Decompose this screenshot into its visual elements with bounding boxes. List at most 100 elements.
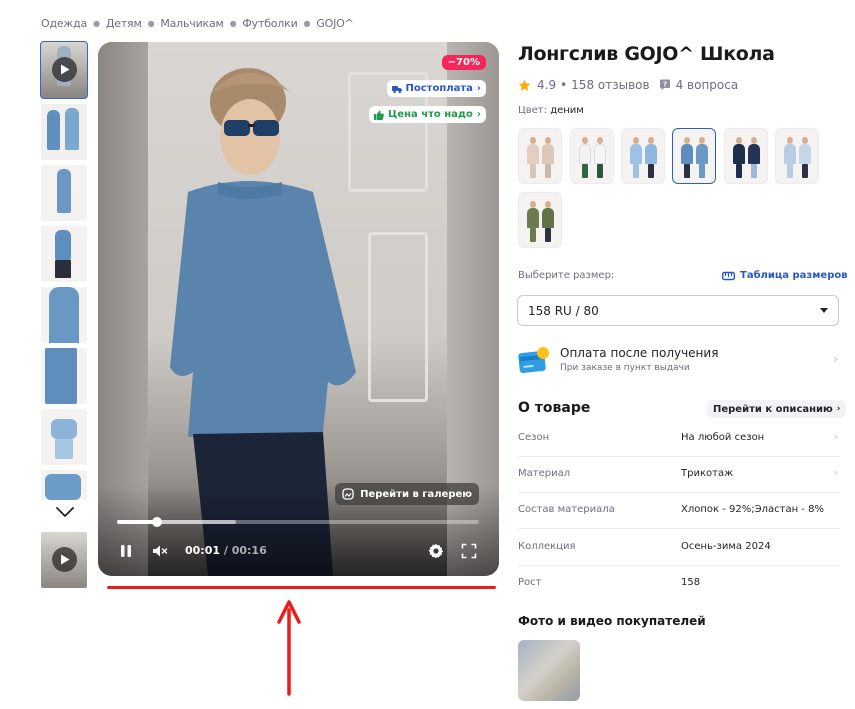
spec-value: 158 [681,577,701,588]
breadcrumb-item-boys[interactable]: Мальчикам [160,17,223,30]
spec-key: Рост [518,577,542,588]
thumbnail-photo[interactable] [41,409,87,465]
reviews-count[interactable]: 158 отзывов [571,78,649,92]
payment-subtitle: При заказе в пункт выдачи [560,363,690,373]
breadcrumb-separator: ● [303,19,311,28]
breadcrumb-item-children[interactable]: Детям [106,17,142,30]
chevron-right-icon: › [476,109,481,120]
product-title: Лонгслив GOJO^ Школа [518,43,775,65]
size-select[interactable]: 158 RU / 80 [517,295,839,326]
spec-key: Материал [518,468,571,479]
fullscreen-button[interactable] [460,542,478,560]
thumbnail-photo[interactable] [41,226,87,282]
thumbnail-photo[interactable] [41,287,87,343]
spec-row-collection: Коллекция Осень-зима 2024 [518,530,840,566]
size-label: Выберите размер: [518,270,615,281]
payment-after-receipt[interactable]: Оплата после получения При заказе в пунк… [518,344,840,380]
spec-value: Осень-зима 2024 [681,541,771,552]
chevron-down-icon[interactable] [54,505,76,519]
color-swatch[interactable] [570,128,614,184]
gallery-icon [342,488,354,500]
breadcrumb-separator: ● [147,19,155,28]
postpay-label: Постоплата [405,83,473,94]
spec-key: Сезон [518,432,550,443]
chevron-right-icon: › [833,352,838,366]
spec-row-material[interactable]: Материал Трикотаж › [518,457,840,493]
postpay-pill[interactable]: Постоплата › [386,80,486,97]
spec-key: Состав материала [518,504,615,515]
size-table-link[interactable]: Таблица размеров [722,270,848,281]
spec-row-composition: Состав материала Хлопок - 92%;Эластан - … [518,493,840,529]
about-title: О товаре [518,400,591,416]
go-to-description-button[interactable]: Перейти к описанию › [707,400,847,418]
fullscreen-icon [461,543,477,559]
video-time-total: 00:16 [231,544,267,557]
chevron-right-icon: › [476,83,481,94]
svg-text:?: ? [663,81,667,89]
payment-title: Оплата после получения [560,346,719,360]
spec-value: На любой сезон [681,432,765,443]
truck-icon [391,85,402,93]
video-time: 00:01 / 00:16 [185,544,267,557]
play-icon [52,547,77,572]
thumbnail-video[interactable] [41,532,87,588]
star-icon [518,79,531,91]
spec-row-height: Рост 158 [518,566,840,602]
breadcrumb: Одежда ● Детям ● Мальчикам ● Футболки ● … [41,17,354,30]
buyer-photo[interactable] [518,640,580,701]
chevron-right-icon: › [833,466,838,479]
color-swatch-selected[interactable] [672,128,716,184]
spec-value: Трикотаж [681,468,734,479]
video-progress-fill [117,520,157,524]
ruler-icon [722,271,735,280]
breadcrumb-separator: ● [93,19,100,28]
buyers-photos-title: Фото и видео покупателей [518,614,706,628]
thumbnail-photo[interactable] [41,470,87,500]
chevron-right-icon: › [833,430,838,443]
video-progress-handle[interactable] [151,517,162,527]
mute-button[interactable] [151,542,169,560]
thumb-up-icon [374,110,384,120]
arrow-up-icon [277,600,301,696]
size-select-value: 158 RU / 80 [528,303,599,318]
price-pill[interactable]: Цена что надо › [369,106,486,123]
color-swatch[interactable] [724,128,768,184]
chevron-right-icon: › [836,404,841,414]
annotation-underline [107,586,496,589]
questions-count[interactable]: 4 вопроса [676,78,739,92]
gallery-label: Перейти в галерею [360,488,472,500]
color-value: деним [550,105,584,116]
color-swatch[interactable] [518,128,562,184]
gallery-button[interactable]: Перейти в галерею [335,483,479,505]
spec-row-season[interactable]: Сезон На любой сезон › [518,421,840,457]
gear-icon [428,543,444,559]
color-swatch[interactable] [775,128,819,184]
breadcrumb-item-tshirts[interactable]: Футболки [242,17,297,30]
spec-key: Коллекция [518,541,576,552]
price-label: Цена что надо [388,109,473,120]
play-icon [52,57,77,82]
thumbnail-photo[interactable] [41,348,87,404]
color-swatch[interactable] [518,192,562,248]
size-table-label: Таблица размеров [740,270,848,281]
video-time-current: 00:01 [185,544,221,557]
color-swatch[interactable] [621,128,665,184]
thumbnail-video[interactable] [40,41,88,99]
rating-row[interactable]: 4.9 • 158 отзывов ? 4 вопроса [518,78,738,92]
mute-icon [153,545,168,557]
discount-badge: −70% [441,55,486,70]
rating-value: 4.9 [537,78,557,92]
video-progress-bar[interactable] [117,517,479,527]
breadcrumb-item-clothes[interactable]: Одежда [41,17,87,30]
breadcrumb-separator: ● [229,19,237,28]
breadcrumb-item-brand[interactable]: GOJO^ [316,17,354,30]
pause-button[interactable] [117,542,135,560]
spec-value: Хлопок - 92%;Эластан - 8% [681,504,824,515]
thumbnail-photo[interactable] [41,104,87,160]
question-icon: ? [659,79,670,91]
caret-down-icon [820,308,828,313]
pause-icon [121,545,131,557]
settings-button[interactable] [427,542,445,560]
thumbnail-photo[interactable] [41,165,87,221]
video-player[interactable]: −70% Постоплата › Цена что надо › Перейт… [98,42,499,576]
